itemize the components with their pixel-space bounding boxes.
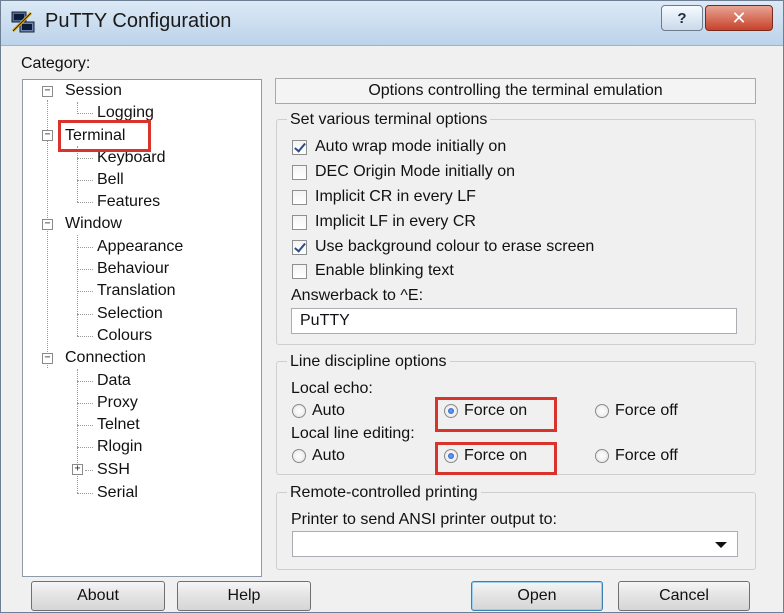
tree-connector [77, 158, 93, 159]
terminal-highlight-box [58, 120, 151, 152]
radio-label: Force off [615, 402, 678, 419]
checkbox-unchecked-icon[interactable] [292, 263, 307, 279]
collapse-icon[interactable]: − [42, 353, 53, 364]
local-echo-auto-radio[interactable]: Auto [292, 401, 345, 421]
radio-unselected-icon[interactable] [292, 404, 306, 418]
checkbox-implicit-cr[interactable]: Implicit CR in every LF [292, 187, 476, 207]
tree-connector [77, 247, 93, 248]
tree-item-telnet[interactable]: Telnet [97, 416, 140, 434]
tree-item-serial[interactable]: Serial [97, 484, 138, 502]
tree-connector [77, 235, 78, 336]
tree-connector [77, 403, 93, 404]
tree-connector [77, 314, 93, 315]
tree-connector [77, 381, 93, 382]
checkbox-label: DEC Origin Mode initially on [315, 163, 516, 180]
tree-item-ssh[interactable]: SSH [97, 461, 130, 479]
checkbox-checked-icon[interactable] [292, 239, 307, 255]
tree-connector [85, 470, 93, 471]
tree-item-features[interactable]: Features [97, 193, 160, 211]
answerback-input[interactable] [291, 308, 737, 334]
tree-connector [77, 269, 93, 270]
putty-configuration-window: PuTTY Configuration ? ✕ Category: − − − … [0, 0, 784, 613]
checkbox-auto-wrap[interactable]: Auto wrap mode initially on [292, 137, 506, 157]
tree-item-behaviour[interactable]: Behaviour [97, 260, 169, 278]
title-bar: PuTTY Configuration ? ✕ [1, 1, 783, 46]
local-editing-force-off-radio[interactable]: Force off [595, 446, 678, 466]
tree-connector [77, 336, 93, 337]
tree-connector [77, 180, 93, 181]
tree-item-appearance[interactable]: Appearance [97, 238, 183, 256]
radio-label: Auto [312, 447, 345, 464]
collapse-icon[interactable]: − [42, 130, 53, 141]
tree-connector [77, 447, 93, 448]
tree-connector [77, 202, 93, 203]
tree-connector [77, 146, 78, 202]
checkbox-label: Implicit CR in every LF [315, 188, 476, 205]
open-button[interactable]: Open [471, 581, 603, 611]
radio-label: Auto [312, 402, 345, 419]
close-button[interactable]: ✕ [705, 5, 773, 31]
line-discipline-title: Line discipline options [287, 353, 450, 371]
close-icon: ✕ [731, 7, 747, 28]
window-title: PuTTY Configuration [45, 10, 232, 32]
putty-app-icon [11, 11, 35, 33]
answerback-label: Answerback to ^E: [291, 287, 424, 304]
tree-connector [77, 425, 93, 426]
tree-item-translation[interactable]: Translation [97, 282, 176, 300]
checkbox-unchecked-icon[interactable] [292, 214, 307, 230]
title-help-button[interactable]: ? [661, 5, 703, 31]
tree-item-data[interactable]: Data [97, 372, 131, 390]
printer-label: Printer to send ANSI printer output to: [291, 511, 557, 528]
dropdown-arrow-icon[interactable] [715, 542, 727, 548]
printer-select[interactable] [292, 531, 738, 557]
remote-printing-title: Remote-controlled printing [287, 484, 481, 502]
help-button[interactable]: Help [177, 581, 311, 611]
category-label: Category: [21, 55, 91, 72]
checkbox-blinking-text[interactable]: Enable blinking text [292, 261, 454, 281]
tree-item-connection[interactable]: Connection [65, 349, 146, 367]
collapse-icon[interactable]: − [42, 86, 53, 97]
collapse-icon[interactable]: − [42, 219, 53, 230]
about-button[interactable]: About [31, 581, 165, 611]
local-echo-label: Local echo: [291, 380, 373, 397]
checkbox-implicit-lf[interactable]: Implicit LF in every CR [292, 212, 476, 232]
checkbox-label: Use background colour to erase screen [315, 238, 595, 255]
tree-item-window[interactable]: Window [65, 215, 122, 233]
terminal-options-title: Set various terminal options [287, 111, 491, 129]
radio-label: Force off [615, 447, 678, 464]
force-on-echo-highlight-box [435, 397, 557, 432]
tree-item-bell[interactable]: Bell [97, 171, 124, 189]
force-on-editing-highlight-box [435, 442, 557, 475]
checkbox-dec-origin[interactable]: DEC Origin Mode initially on [292, 162, 515, 182]
tree-connector [77, 291, 93, 292]
tree-item-proxy[interactable]: Proxy [97, 394, 138, 412]
expand-icon[interactable]: + [72, 464, 83, 475]
local-editing-auto-radio[interactable]: Auto [292, 446, 345, 466]
radio-unselected-icon[interactable] [595, 404, 609, 418]
checkbox-label: Auto wrap mode initially on [315, 138, 507, 155]
local-editing-label: Local line editing: [291, 425, 415, 442]
tree-item-session[interactable]: Session [65, 82, 122, 100]
tree-connector [77, 493, 93, 494]
radio-unselected-icon[interactable] [595, 449, 609, 463]
checkbox-unchecked-icon[interactable] [292, 189, 307, 205]
panel-title: Options controlling the terminal emulati… [275, 78, 756, 104]
tree-connector [77, 113, 93, 114]
cancel-button[interactable]: Cancel [618, 581, 750, 611]
tree-item-colours[interactable]: Colours [97, 327, 152, 345]
question-icon: ? [677, 9, 687, 27]
radio-unselected-icon[interactable] [292, 449, 306, 463]
tree-item-selection[interactable]: Selection [97, 305, 163, 323]
category-tree[interactable]: − − − − + Session Logging Terminal Keybo… [22, 79, 262, 577]
checkbox-label: Enable blinking text [315, 262, 454, 279]
checkbox-checked-icon[interactable] [292, 139, 307, 155]
local-echo-force-off-radio[interactable]: Force off [595, 401, 678, 421]
checkbox-label: Implicit LF in every CR [315, 213, 476, 230]
checkbox-unchecked-icon[interactable] [292, 164, 307, 180]
tree-item-rlogin[interactable]: Rlogin [97, 438, 142, 456]
checkbox-background-erase[interactable]: Use background colour to erase screen [292, 237, 594, 257]
